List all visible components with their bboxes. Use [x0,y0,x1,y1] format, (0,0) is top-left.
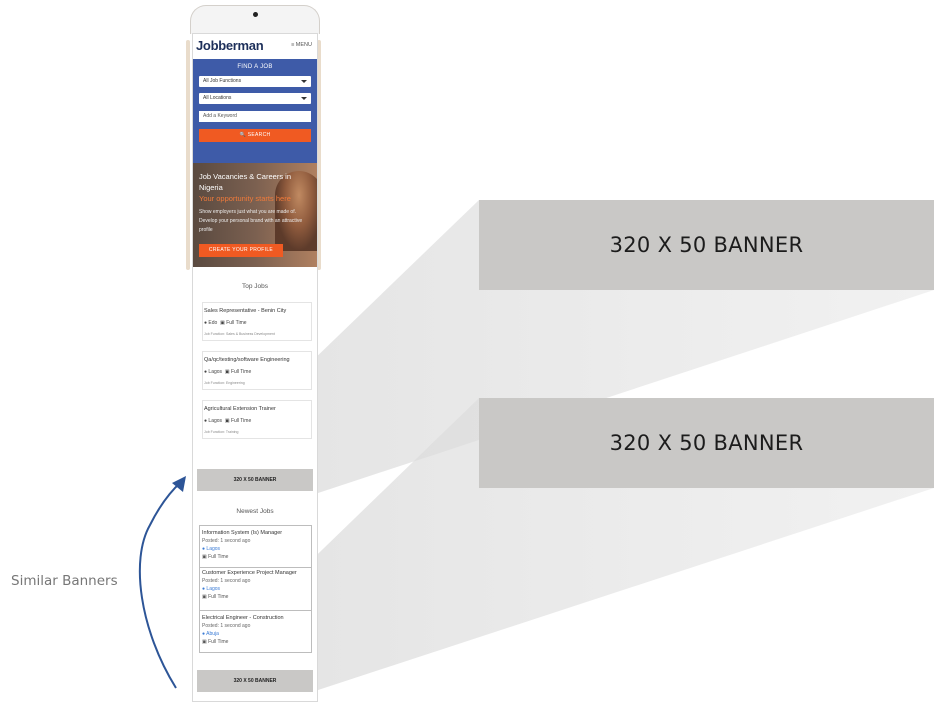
similar-banners-label: Similar Banners [11,573,118,589]
jobberman-logo[interactable]: Jobberman [196,38,264,53]
top-jobs-title: Top Jobs [241,283,269,290]
chevron-down-icon [301,80,307,83]
menu-button[interactable]: ≡ MENU [291,42,312,48]
banner-zoom-beams [138,200,934,692]
location-pin-icon: ● [204,369,208,375]
job-tags: Job Function: Engineering [204,381,245,385]
job-location: Lagos [208,418,223,424]
top-job-card[interactable]: Sales Representative - Benin City ● Edo … [202,302,312,341]
find-job-panel: FIND A JOB All Job Functions All Locatio… [193,59,317,163]
job-posted: Posted: 1 second ago [202,538,251,544]
calendar-icon: ▣ [224,418,230,424]
job-title[interactable]: Qa/qc/testing/software Engineering [204,357,290,363]
hero-heading: Job Vacancies & Careers in Nigeria [199,172,291,192]
job-title[interactable]: Sales Representative - Benin City [204,308,286,314]
divider [200,610,311,611]
calendar-icon: ▣ [224,369,230,375]
job-type: Full Time [230,418,252,424]
phone-top-bezel [190,5,320,34]
job-functions-select[interactable]: All Job Functions [199,76,311,87]
location-pin-icon: ● [204,418,208,424]
job-type: Full Time [226,320,247,326]
phone-edge-left [186,40,190,270]
newest-jobs-list: Information System (Is) Manager Posted: … [199,525,312,653]
banner-small-1[interactable]: 320 X 50 BANNER [197,469,313,491]
job-posted: Posted: 1 second ago [202,578,251,584]
hero-section: Job Vacancies & Careers in Nigeria Your … [193,163,317,267]
top-job-card[interactable]: Qa/qc/testing/software Engineering ● Lag… [202,351,312,390]
locations-value: All Locations [203,95,232,101]
job-title[interactable]: Customer Experience Project Manager [202,569,307,577]
job-meta: ● Lagos ▣ Full Time [204,418,251,424]
create-profile-button[interactable]: CREATE YOUR PROFILE [199,244,283,257]
job-location: Edo [208,320,218,326]
phone-screen: Jobberman ≡ MENU FIND A JOB All Job Func… [192,33,318,702]
calendar-icon: ▣ [220,320,225,326]
job-meta: ● Lagos ▣ Full Time [204,369,251,375]
job-location[interactable]: Abuja [206,631,219,637]
job-title[interactable]: Agricultural Extension Trainer [204,406,276,412]
list-item[interactable]: Customer Experience Project Manager Post… [202,569,307,601]
content-area: Top Jobs Sales Representative - Benin Ci… [193,267,317,701]
banner-small-2[interactable]: 320 X 50 BANNER [197,670,313,692]
find-job-title: FIND A JOB [237,64,273,70]
divider [200,567,311,568]
job-type: Full Time [208,639,229,645]
job-title[interactable]: Information System (Is) Manager [202,529,307,537]
job-location: Lagos [208,369,223,375]
job-tags: Job Function: Training [204,430,239,434]
similar-banners-arrow [138,481,182,689]
hero-text: Show employers just what you are made of… [199,209,303,233]
job-type: Full Time [230,369,252,375]
job-title[interactable]: Electrical Engineer - Construction [202,614,307,622]
top-job-card[interactable]: Agricultural Extension Trainer ● Lagos ▣… [202,400,312,439]
location-pin-icon: ● [204,320,208,326]
job-location[interactable]: Lagos [206,586,220,592]
locations-select[interactable]: All Locations [199,93,311,104]
hero-subheading: Your opportunity starts here [199,194,291,203]
search-button[interactable]: 🔍 SEARCH [199,129,311,142]
job-location[interactable]: Lagos [206,546,220,552]
newest-jobs-title: Newest Jobs [236,508,274,515]
keyword-input[interactable]: Add a Keyword [199,111,311,122]
phone-camera-icon [253,12,258,17]
job-functions-value: All Job Functions [203,78,242,84]
list-item[interactable]: Electrical Engineer - Construction Poste… [202,614,307,646]
job-tags: Job Function: Sales & Business Developme… [204,332,275,336]
job-posted: Posted: 1 second ago [202,623,251,629]
phone-speaker-icon [232,22,276,35]
job-meta: ● Edo ▣ Full Time [204,320,247,326]
job-type: Full Time [208,594,229,600]
banner-callout-top: 320 X 50 BANNER [479,200,934,290]
banner-callout-bottom: 320 X 50 BANNER [479,398,934,488]
job-type: Full Time [208,554,229,560]
list-item[interactable]: Information System (Is) Manager Posted: … [202,529,307,561]
chevron-down-icon [301,97,307,100]
site-header: Jobberman ≡ MENU [193,34,317,59]
